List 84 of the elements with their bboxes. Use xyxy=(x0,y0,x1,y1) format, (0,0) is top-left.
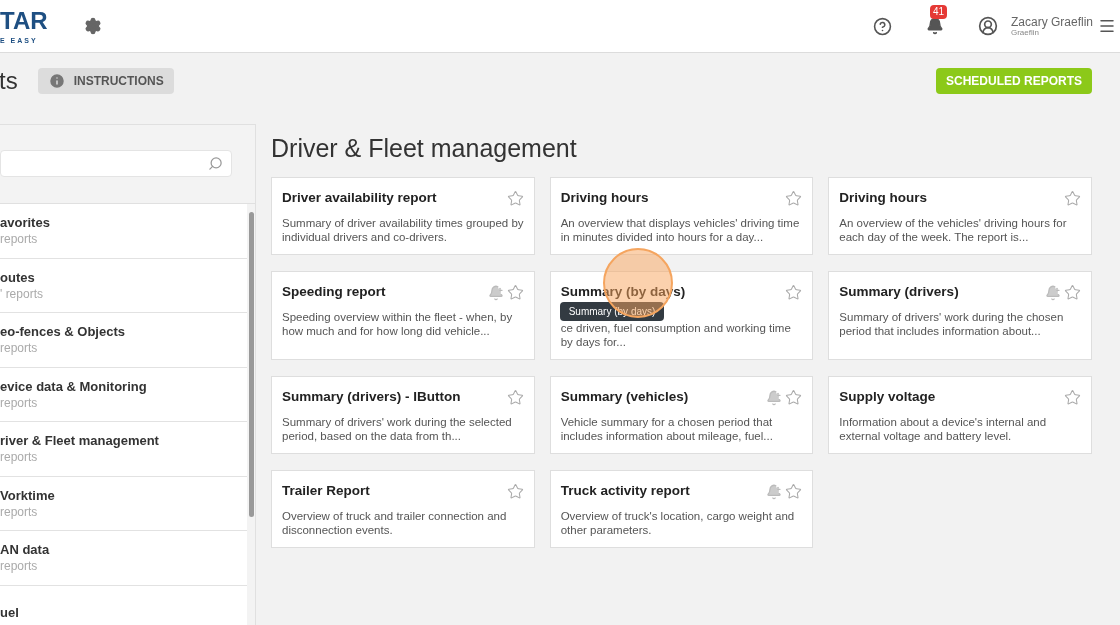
help-icon[interactable] xyxy=(872,16,892,36)
search-field[interactable] xyxy=(0,150,232,177)
sidebar-item[interactable]: AN data reports xyxy=(0,531,248,586)
report-title: Driver availability report xyxy=(282,190,437,206)
search-icon xyxy=(208,156,223,171)
star-icon[interactable] xyxy=(506,483,524,500)
report-description: Summary of drivers' work during the chosen period that includes information about... xyxy=(839,310,1065,338)
star-icon[interactable] xyxy=(506,389,524,406)
report-count: reports xyxy=(0,503,39,520)
report-description: An overview that displays vehicles' driving time in minutes divided into hours for a day... xyxy=(560,216,801,244)
report-card[interactable]: Supply voltage Information about a device's internal and external voltage and battery level. xyxy=(828,376,1092,454)
report-card[interactable]: Driving hours An overview that displays vehicles' driving time in minutes divided into hours for a day... xyxy=(549,177,814,255)
report-count: reports xyxy=(0,558,39,575)
report-description: Vehicle summary for a chosen period that includes information about mileage, fuel... xyxy=(560,415,774,443)
bell-plus-icon[interactable] xyxy=(766,483,783,500)
report-description: Speeding overview within the fleet - when, by how much and for how long did vehicle... xyxy=(282,310,514,338)
report-card[interactable]: Truck activity report Overview of truck's location, cargo weight and other parameters. xyxy=(549,470,814,548)
star-icon[interactable] xyxy=(1064,190,1081,207)
report-description: ce driven, fuel consumption and working time by days for... xyxy=(560,321,792,349)
report-card[interactable]: Summary (vehicles) Vehicle summary for a chosen period that includes information about mileage, fuel... xyxy=(549,376,814,454)
sidebar-item[interactable]: avorites reports xyxy=(0,204,248,259)
notification-badge: 41 xyxy=(929,5,948,19)
category-name: evice data & Monitoring xyxy=(0,377,148,395)
bell-plus-icon[interactable] xyxy=(1045,284,1061,301)
report-title: Summary (drivers) xyxy=(839,284,959,300)
category-name: uel xyxy=(0,603,20,621)
sidebar-item[interactable]: outes ' reports xyxy=(0,258,248,313)
star-icon[interactable] xyxy=(785,190,803,207)
bell-plus-icon[interactable] xyxy=(487,284,504,301)
star-icon[interactable] xyxy=(1064,389,1081,406)
report-count: ' reports xyxy=(0,285,44,302)
section-title: Driver & Fleet management xyxy=(271,133,578,164)
report-description: Overview of truck's location, cargo weight and other parameters. xyxy=(560,509,796,537)
category-name: avorites xyxy=(0,214,51,232)
report-description: Summary of driver availability times grouped by individual drivers and co-drivers. xyxy=(282,216,524,244)
category-name: AN data xyxy=(0,541,51,559)
sidebar-item[interactable]: Vorktime reports xyxy=(0,476,248,531)
bell-plus-icon[interactable] xyxy=(766,389,783,406)
info-icon xyxy=(47,72,66,90)
sidebar-item[interactable]: evice data & Monitoring reports xyxy=(0,367,248,422)
report-card[interactable]: Summary (drivers) Summary of drivers' work during the chosen period that includes information about... xyxy=(828,271,1092,360)
sidebar-item[interactable]: eo-fences & Objects reports xyxy=(0,313,248,368)
report-description: Overview of truck and trailer connection and disconnection events. xyxy=(282,509,508,537)
report-count: reports xyxy=(0,231,39,248)
report-card[interactable]: Driver availability report Summary of driver availability times grouped by individual drivers and co-drivers. xyxy=(271,177,535,255)
category-name: Vorktime xyxy=(0,486,56,504)
report-title: Speeding report xyxy=(282,284,386,300)
star-icon[interactable] xyxy=(785,389,803,406)
report-card[interactable]: Summary (drivers) - IButton Summary of drivers' work during the selected period, based on the data from th... xyxy=(271,376,535,454)
logo-text: TAR xyxy=(0,5,48,36)
sidebar-item[interactable]: river & Fleet management reports xyxy=(0,422,248,477)
user-name: Zacary Graeflin xyxy=(1010,15,1093,28)
report-card[interactable]: Trailer Report Overview of truck and trailer connection and disconnection events. xyxy=(271,470,535,548)
category-name: outes xyxy=(0,268,36,286)
report-title: Truck activity report xyxy=(560,483,690,499)
report-count: reports xyxy=(0,340,39,357)
user-company: Graeflin xyxy=(1010,28,1039,37)
report-description: Information about a device's internal and external voltage and battery level. xyxy=(839,415,1048,443)
star-icon[interactable] xyxy=(1064,284,1081,301)
category-name: eo-fences & Objects xyxy=(0,323,126,341)
user-avatar-icon[interactable] xyxy=(977,16,998,36)
sidebar-item[interactable]: uel xyxy=(0,585,248,625)
report-card[interactable]: Speeding report Speeding overview within the fleet - when, by how much and for how long did vehicle... xyxy=(271,271,535,360)
menu-icon[interactable] xyxy=(1098,17,1116,35)
report-title: Driving hours xyxy=(839,190,928,206)
star-icon[interactable] xyxy=(506,284,524,301)
report-count: reports xyxy=(0,449,39,466)
report-title: Summary (drivers) - IButton xyxy=(282,389,461,405)
star-icon[interactable] xyxy=(785,483,803,500)
report-description: Summary of drivers' work during the selected period, based on the data from th... xyxy=(282,415,513,443)
settings-icon[interactable] xyxy=(84,17,102,35)
star-icon[interactable] xyxy=(506,190,524,207)
report-title: Trailer Report xyxy=(282,483,370,499)
report-count: reports xyxy=(0,394,39,411)
report-title: Supply voltage xyxy=(839,389,936,405)
instructions-button[interactable]: INSTRUCTIONS xyxy=(37,68,174,94)
star-icon[interactable] xyxy=(785,284,803,301)
notifications-icon[interactable] xyxy=(925,17,944,35)
report-title: Driving hours xyxy=(560,190,649,206)
report-card[interactable]: Driving hours An overview of the vehicles' driving hours for each day of the week. The report is... xyxy=(828,177,1092,255)
report-description: An overview of the vehicles' driving hours for each day of the week. The report is... xyxy=(839,216,1068,244)
page-title: ts xyxy=(0,66,18,96)
report-title: Summary (vehicles) xyxy=(560,389,689,405)
category-name: river & Fleet management xyxy=(0,432,160,450)
